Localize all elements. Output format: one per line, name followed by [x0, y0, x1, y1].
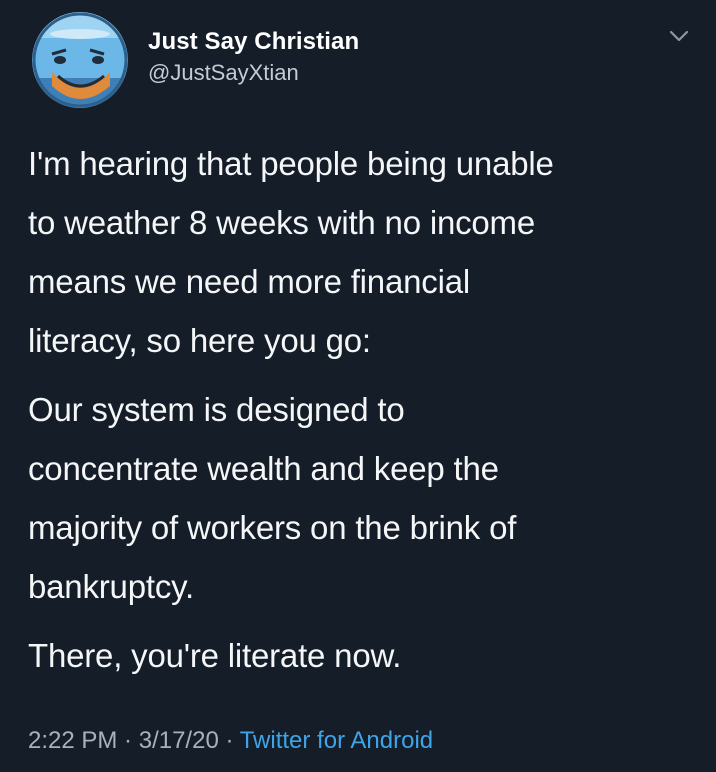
tweet-source-link[interactable]: Twitter for Android	[240, 727, 433, 754]
separator: ·	[117, 727, 139, 754]
tweet-text: I'm hearing that people being unable to …	[28, 134, 700, 685]
chevron-down-icon[interactable]	[668, 28, 690, 44]
tweet-paragraph: Our system is designed to concentrate we…	[28, 391, 517, 605]
avatar[interactable]	[32, 12, 128, 108]
tweet-metadata: 2:22 PM · 3/17/20 · Twitter for Android	[28, 724, 433, 758]
tweet-paragraph: I'm hearing that people being unable to …	[28, 145, 554, 359]
tweet-date[interactable]: 3/17/20	[139, 727, 219, 754]
tweet-time[interactable]: 2:22 PM	[28, 727, 117, 754]
fishbowl-avatar-icon	[32, 12, 128, 108]
author-names: Just Say Christian @JustSayXtian	[148, 27, 359, 87]
display-name[interactable]: Just Say Christian	[148, 27, 359, 57]
separator: ·	[218, 727, 240, 754]
user-handle[interactable]: @JustSayXtian	[148, 59, 359, 87]
tweet-header: Just Say Christian @JustSayXtian	[32, 10, 359, 110]
tweet-paragraph: There, you're literate now.	[28, 637, 402, 674]
tweet-card: Just Say Christian @JustSayXtian I'm hea…	[0, 0, 716, 772]
